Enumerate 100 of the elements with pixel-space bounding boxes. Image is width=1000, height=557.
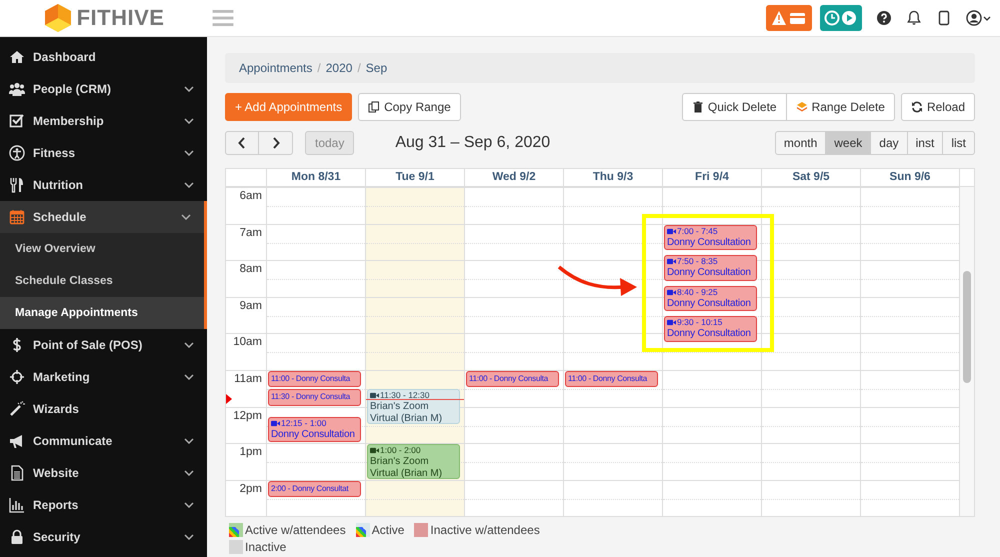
submenu-item[interactable]: Schedule Classes [0, 265, 207, 297]
check-icon [9, 113, 25, 129]
day-header: Thu 9/3 [563, 169, 662, 186]
clock-play-icon [824, 10, 858, 26]
brand-name: FITHIVE [76, 5, 164, 31]
doc-icon [9, 465, 25, 481]
breadcrumb-link[interactable]: Appointments [239, 61, 312, 75]
chevron-down-icon [184, 470, 194, 476]
hour-label: 12pm [226, 406, 266, 444]
day-header: Mon 8/31 [266, 169, 365, 186]
chevron-down-icon [184, 86, 194, 92]
sidebar-item[interactable]: Membership [0, 105, 207, 137]
chevron-down-icon [184, 502, 194, 508]
quick-delete-button[interactable]: Quick Delete [682, 93, 787, 121]
sidebar-item[interactable]: Point of Sale (POS) [0, 329, 207, 361]
help-icon[interactable] [876, 10, 892, 26]
appointment-event[interactable]: 11:00 - Donny Consulta [565, 371, 658, 388]
breadcrumb-separator: / [357, 61, 361, 75]
reload-button[interactable]: Reload [900, 93, 975, 121]
sidebar-item[interactable]: Dashboard [0, 41, 207, 73]
hexagon-logo-icon [42, 3, 73, 33]
sidebar-item[interactable]: Marketing [0, 361, 207, 393]
appointment-event[interactable]: 11:00 - Donny Consulta [268, 371, 361, 388]
user-menu-icon[interactable] [966, 10, 992, 26]
view-tab[interactable]: month [774, 131, 826, 155]
people-icon [9, 81, 25, 97]
megaphone-icon [9, 433, 25, 449]
chevron-down-icon [184, 150, 194, 156]
breadcrumb-separator: / [317, 61, 321, 75]
hour-label: 7am [226, 224, 266, 260]
next-button[interactable] [259, 131, 293, 155]
wand-icon [9, 401, 25, 417]
chevron-down-icon [184, 534, 194, 540]
day-header: Wed 9/2 [464, 169, 563, 186]
current-time-marker-icon [226, 394, 232, 404]
hour-label: 8am [226, 260, 266, 297]
legend-label: Inactive [245, 540, 286, 554]
hour-label: 10am [226, 333, 266, 370]
sidebar-item[interactable]: Schedule [0, 201, 207, 233]
sidebar-item[interactable]: Fitness [0, 137, 207, 169]
appointment-event[interactable]: 2:00 - Donny Consultat [268, 480, 361, 498]
sidebar-item[interactable]: Nutrition [0, 169, 207, 201]
chevron-right-icon [272, 137, 280, 149]
appointment-event[interactable]: 12:15 - 1:00 Donny Consultation [268, 416, 361, 442]
clock-play-button[interactable] [820, 5, 862, 31]
chevron-down-icon [184, 342, 194, 348]
day-header: Fri 9/4 [662, 169, 761, 186]
layers-icon [796, 101, 808, 113]
sidebar-item[interactable]: Security [0, 521, 207, 553]
view-tab[interactable]: inst [908, 131, 944, 155]
sidebar-item[interactable]: Wizards [0, 393, 207, 425]
range-delete-button[interactable]: Range Delete [786, 93, 895, 121]
alert-billing-button[interactable] [766, 5, 812, 31]
appointment-event[interactable]: 8:40 - 9:25 Donny Consultation [664, 286, 757, 312]
day-header: Sun 9/6 [860, 169, 959, 186]
sidebar-item[interactable]: Communicate [0, 425, 207, 457]
appointment-event[interactable]: 11:30 - Donny Consulta [268, 389, 361, 406]
tablet-icon[interactable] [936, 10, 952, 26]
legend-label: Active [372, 523, 404, 537]
fork-icon [9, 177, 25, 193]
legend-label: Active w/attendees [245, 523, 346, 537]
date-range-title: Aug 31 – Sep 6, 2020 [395, 134, 552, 152]
chevron-left-icon [238, 137, 246, 149]
view-tab[interactable]: list [943, 131, 975, 155]
appointment-event[interactable]: 9:30 - 10:15 Donny Consultation [664, 316, 757, 342]
hour-label: 2pm [226, 480, 266, 516]
chevron-down-icon [184, 438, 194, 444]
day-header: Tue 9/1 [365, 169, 464, 186]
legend-label: Inactive w/attendees [430, 523, 540, 537]
breadcrumb-link[interactable]: 2020 [326, 61, 352, 75]
submenu-item[interactable]: Manage Appointments [0, 297, 207, 329]
view-tab[interactable]: week [826, 131, 872, 155]
sidebar-item[interactable]: People (CRM) [0, 73, 207, 105]
chevron-down-icon [181, 214, 191, 220]
lock-icon [9, 529, 25, 545]
calendar-icon [9, 209, 25, 225]
chevron-down-icon [184, 182, 194, 188]
previous-button[interactable] [225, 131, 259, 155]
copy-range-button[interactable]: Copy Range [358, 93, 461, 121]
view-tab[interactable]: day [871, 131, 908, 155]
sidebar-item[interactable]: Website [0, 457, 207, 489]
notification-bell-icon[interactable] [906, 10, 922, 26]
hour-label: 1pm [226, 443, 266, 480]
appointment-event[interactable]: 11:00 - Donny Consulta [466, 371, 559, 388]
copy-icon [368, 101, 380, 113]
target-icon [9, 369, 25, 385]
chart-icon [9, 497, 25, 513]
breadcrumb-link[interactable]: Sep [366, 61, 388, 75]
scrollbar-thumb[interactable] [963, 271, 971, 383]
home-icon [9, 49, 25, 65]
appointment-event[interactable]: 7:50 - 8:35 Donny Consultation [664, 255, 757, 281]
warning-card-icon [772, 10, 806, 26]
hour-label: 6am [226, 187, 266, 224]
sidebar-item[interactable]: Reports [0, 489, 207, 521]
hour-label: 9am [226, 296, 266, 334]
submenu-item[interactable]: View Overview [0, 233, 207, 265]
appointment-event[interactable]: 7:00 - 7:45 Donny Consultation [664, 224, 757, 250]
trash-icon [692, 101, 704, 113]
chevron-down-icon [184, 118, 194, 124]
chevron-down-icon [184, 374, 194, 380]
